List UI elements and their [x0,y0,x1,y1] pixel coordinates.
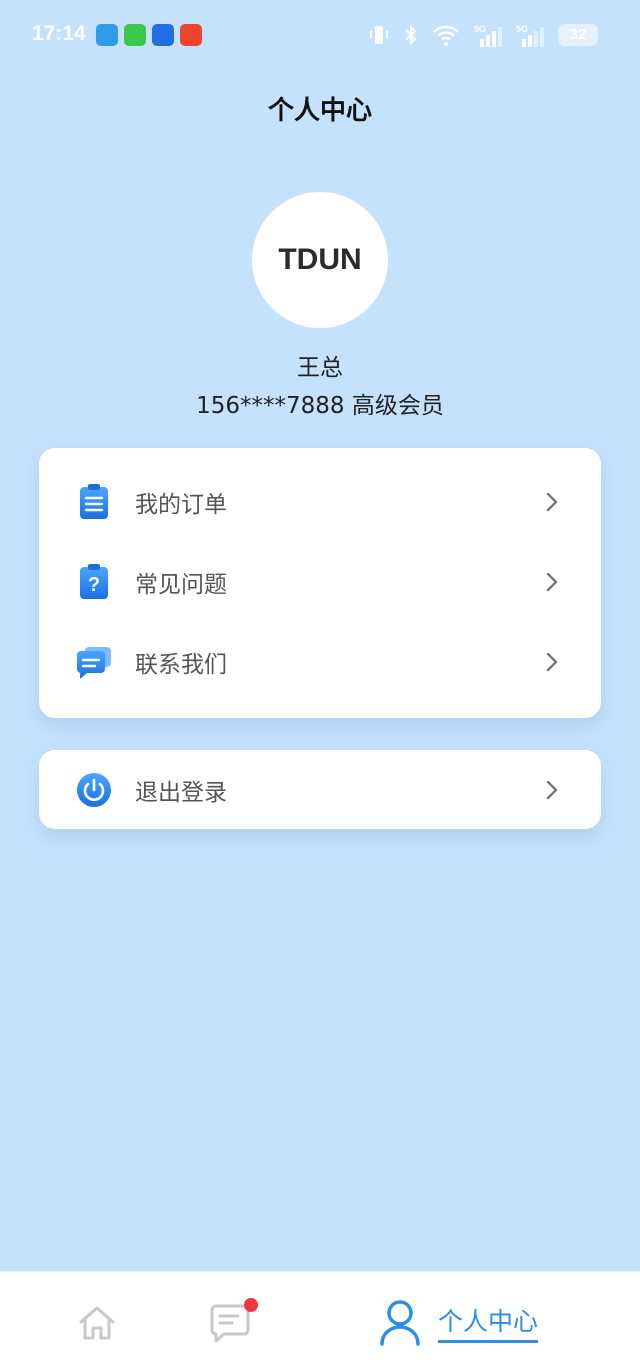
logout-card: 退出登录 [39,750,601,829]
status-time: 17:14 [32,22,86,45]
nav-profile[interactable]: 个人中心 [378,1298,539,1346]
chevron-right-icon [546,492,558,512]
menu-item-label: 常见问题 [135,572,227,598]
question-clipboard-icon: ? [80,564,108,599]
avatar[interactable]: TDUN [252,192,388,328]
user-name: 王总 [297,355,343,381]
svg-text:5G: 5G [516,24,528,34]
chevron-right-icon [546,572,558,592]
logout-button[interactable]: 退出登录 [39,750,601,829]
bluetooth-icon [405,24,417,46]
message-app-icon [124,24,146,46]
svg-text:?: ? [88,574,100,596]
nav-home[interactable] [76,1302,118,1348]
user-icon [380,1300,420,1346]
clipboard-list-icon [80,484,108,519]
status-bar: 17:14 5G 5G 32 [0,0,640,70]
menu-item-contact[interactable]: 联系我们 [39,622,601,702]
app-notification-icon [96,24,118,46]
menu-item-label: 联系我们 [135,652,227,678]
nav-profile-label: 个人中心 [438,1302,539,1343]
bottom-nav: 个人中心 [0,1271,640,1372]
user-phone-membership: 156****7888 高级会员 [196,393,444,419]
menu-item-faq[interactable]: ? 常见问题 [39,542,601,622]
menu-item-label: 我的订单 [135,492,227,518]
nav-app-icon [152,24,174,46]
chevron-right-icon [546,652,558,672]
video-app-icon [180,24,202,46]
notification-badge [244,1298,258,1312]
svg-text:5G: 5G [474,24,486,34]
menu-card: 我的订单 ? 常见问题 联系我们 [39,448,601,718]
menu-item-orders[interactable]: 我的订单 [39,462,601,542]
nav-messages[interactable] [208,1298,258,1348]
avatar-text: TDUN [278,243,362,276]
battery-indicator: 32 [558,24,598,46]
vibrate-icon [370,26,388,44]
signal-icon-2: 5G [516,24,544,47]
signal-icon: 5G [474,24,502,47]
home-icon [79,1306,115,1340]
chat-bubbles-icon [77,647,111,679]
wifi-icon [433,25,459,46]
power-icon [77,772,111,807]
page-title: 个人中心 [267,96,372,126]
logout-label: 退出登录 [135,779,227,806]
chevron-right-icon [546,780,558,799]
